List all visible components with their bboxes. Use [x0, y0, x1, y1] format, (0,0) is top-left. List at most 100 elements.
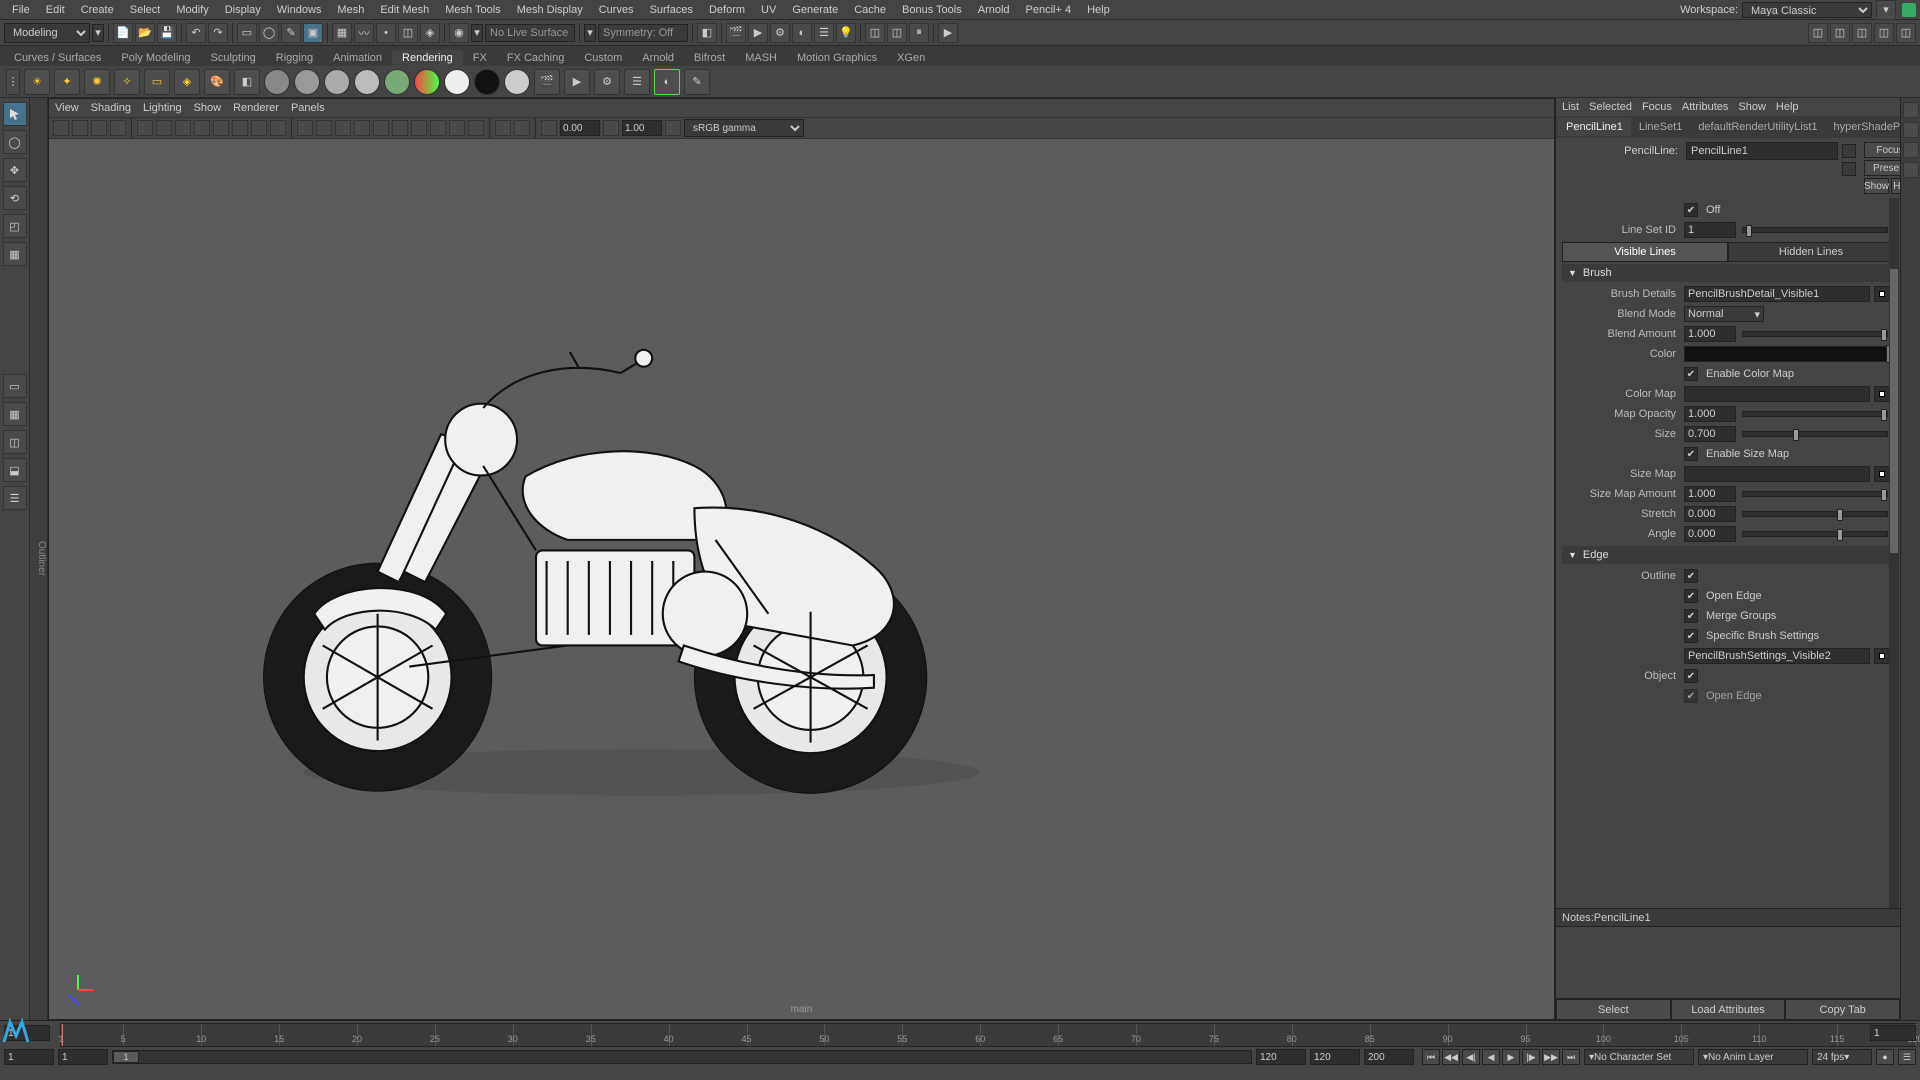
ae-colormap-field[interactable] — [1684, 386, 1870, 402]
next-key-icon[interactable]: |▶ — [1522, 1049, 1540, 1065]
ae-openedge2-checkbox[interactable]: ✔ — [1684, 689, 1698, 703]
ae-sizemap-field[interactable] — [1684, 466, 1870, 482]
mode-dropdown-icon[interactable]: ▾ — [92, 24, 104, 42]
vp-image-plane-icon[interactable] — [110, 120, 126, 136]
right-toggle-1-icon[interactable]: ◫ — [1808, 23, 1828, 43]
vp-resolution-gate-icon[interactable] — [213, 120, 229, 136]
ae-scroll[interactable]: ✔ Off Line Set ID Visible Lines Hidden L… — [1556, 198, 1900, 908]
history-icon[interactable]: ◧ — [697, 23, 717, 43]
volume-light-icon[interactable]: ◈ — [174, 69, 200, 95]
ae-show-button[interactable]: Show — [1864, 178, 1889, 194]
snap-plane-icon[interactable]: ◫ — [398, 23, 418, 43]
ae-enablesizemap-checkbox[interactable]: ✔ — [1684, 447, 1698, 461]
vp-ao-icon[interactable] — [392, 120, 408, 136]
menu-deform[interactable]: Deform — [701, 2, 753, 18]
menu-arnold[interactable]: Arnold — [970, 2, 1018, 18]
ae-sizemapamount-slider[interactable] — [1742, 491, 1888, 497]
vp-exposure-icon[interactable] — [541, 120, 557, 136]
vp-menu-panels[interactable]: Panels — [291, 102, 325, 114]
panel-next-icon[interactable]: ▶ — [938, 23, 958, 43]
shelf-tab-curves[interactable]: Curves / Surfaces — [4, 50, 111, 66]
ae-scrollbar[interactable] — [1889, 198, 1899, 908]
vp-safe-action-icon[interactable] — [251, 120, 267, 136]
toon-outline-icon[interactable]: ✎ — [684, 69, 710, 95]
assign-material-icon[interactable]: 🎨 — [204, 69, 230, 95]
range-start-outer[interactable] — [4, 1049, 54, 1065]
ae-menu-list[interactable]: List — [1562, 101, 1579, 113]
ae-enablecolormap-checkbox[interactable]: ✔ — [1684, 367, 1698, 381]
prev-key-icon[interactable]: ◀| — [1462, 1049, 1480, 1065]
snap-grid-icon[interactable]: ▦ — [332, 23, 352, 43]
live-surface-toggle-icon[interactable]: ◉ — [449, 23, 469, 43]
ae-menu-show[interactable]: Show — [1738, 101, 1766, 113]
attribute-editor-icon[interactable] — [1903, 122, 1919, 138]
vp-depth-of-field-icon[interactable] — [449, 120, 465, 136]
lasso-select-icon[interactable]: ◯ — [259, 23, 279, 43]
ae-sizemap-map-icon[interactable] — [1874, 466, 1890, 482]
range-start-inner[interactable] — [58, 1049, 108, 1065]
live-surface-dropdown-icon[interactable]: ▾ — [471, 24, 483, 42]
menu-pencil4[interactable]: Pencil+ 4 — [1018, 2, 1080, 18]
ae-stretch-field[interactable] — [1684, 506, 1736, 522]
panel-toggle-2-icon[interactable]: ◫ — [887, 23, 907, 43]
lasso-tool-icon[interactable]: ◯ — [3, 130, 27, 154]
right-toggle-3-icon[interactable]: ◫ — [1852, 23, 1872, 43]
shelf-tab-fxcaching[interactable]: FX Caching — [497, 50, 574, 66]
shelf-tab-polymodeling[interactable]: Poly Modeling — [111, 50, 200, 66]
character-set-select[interactable]: ▾ No Character Set — [1584, 1049, 1694, 1065]
open-scene-icon[interactable]: 📂 — [135, 23, 155, 43]
outliner-toggle-icon[interactable]: ☰ — [3, 486, 27, 510]
vp-xray-icon[interactable] — [495, 120, 511, 136]
vp-gamma-icon[interactable] — [603, 120, 619, 136]
menu-mesh[interactable]: Mesh — [329, 2, 372, 18]
shelf-tab-rendering[interactable]: Rendering — [392, 50, 463, 66]
ae-blendamount-slider[interactable] — [1742, 331, 1888, 337]
ae-copy-tab-button[interactable]: Copy Tab — [1785, 999, 1900, 1020]
ae-tab-lineset1[interactable]: LineSet1 — [1631, 118, 1690, 136]
shelf-options-icon[interactable]: ⋮ — [6, 69, 20, 95]
new-scene-icon[interactable]: 📄 — [113, 23, 133, 43]
range-slider[interactable]: 1 — [112, 1050, 1252, 1064]
ae-openedge-checkbox[interactable]: ✔ — [1684, 589, 1698, 603]
menu-mesh-tools[interactable]: Mesh Tools — [437, 2, 508, 18]
menu-generate[interactable]: Generate — [784, 2, 846, 18]
ae-select-button[interactable]: Select — [1556, 999, 1671, 1020]
menu-mesh-display[interactable]: Mesh Display — [509, 2, 591, 18]
blinn-material-icon[interactable] — [294, 69, 320, 95]
vp-menu-show[interactable]: Show — [194, 102, 222, 114]
menu-uv[interactable]: UV — [753, 2, 784, 18]
shelf-tab-animation[interactable]: Animation — [323, 50, 392, 66]
arnold-surface-icon[interactable] — [474, 69, 500, 95]
ae-tab-pencilline1[interactable]: PencilLine1 — [1558, 118, 1631, 136]
ae-menu-selected[interactable]: Selected — [1589, 101, 1632, 113]
viewport-canvas[interactable]: main — [49, 139, 1554, 1019]
fps-select[interactable]: 24 fps ▾ — [1812, 1049, 1872, 1065]
vp-exposure-field[interactable] — [560, 120, 600, 136]
ae-mapopacity-slider[interactable] — [1742, 411, 1888, 417]
ae-specificbrush-map-icon[interactable] — [1874, 648, 1890, 664]
menu-file[interactable]: File — [4, 2, 38, 18]
vp-lights-icon[interactable] — [354, 120, 370, 136]
vp-colormgmt-icon[interactable] — [665, 120, 681, 136]
ae-object-checkbox[interactable]: ✔ — [1684, 669, 1698, 683]
vp-2d-pan-icon[interactable] — [137, 120, 153, 136]
light-editor-icon[interactable]: 💡 — [836, 23, 856, 43]
ae-load-attributes-button[interactable]: Load Attributes — [1671, 999, 1786, 1020]
panel-pause-icon[interactable]: ⏸ — [909, 23, 929, 43]
symmetry-dropdown-icon[interactable]: ▾ — [584, 24, 596, 42]
modeling-toolkit-icon[interactable] — [1903, 102, 1919, 118]
two-pane-h-icon[interactable]: ⬓ — [3, 458, 27, 482]
ramp-shader-icon[interactable] — [414, 69, 440, 95]
vp-motion-blur-icon[interactable] — [411, 120, 427, 136]
outliner-collapsed[interactable]: Outliner — [30, 98, 48, 1020]
phong-e-material-icon[interactable] — [354, 69, 380, 95]
select-by-type-icon[interactable]: ▣ — [303, 23, 323, 43]
single-pane-icon[interactable]: ▭ — [3, 374, 27, 398]
step-fwd-icon[interactable]: ▶▶ — [1542, 1049, 1560, 1065]
shelf-tab-custom[interactable]: Custom — [574, 50, 632, 66]
right-toggle-5-icon[interactable]: ◫ — [1896, 23, 1916, 43]
vp-menu-lighting[interactable]: Lighting — [143, 102, 182, 114]
shelf-tab-sculpting[interactable]: Sculpting — [201, 50, 266, 66]
ae-mergegroups-checkbox[interactable]: ✔ — [1684, 609, 1698, 623]
batch-render-icon[interactable]: ☰ — [624, 69, 650, 95]
